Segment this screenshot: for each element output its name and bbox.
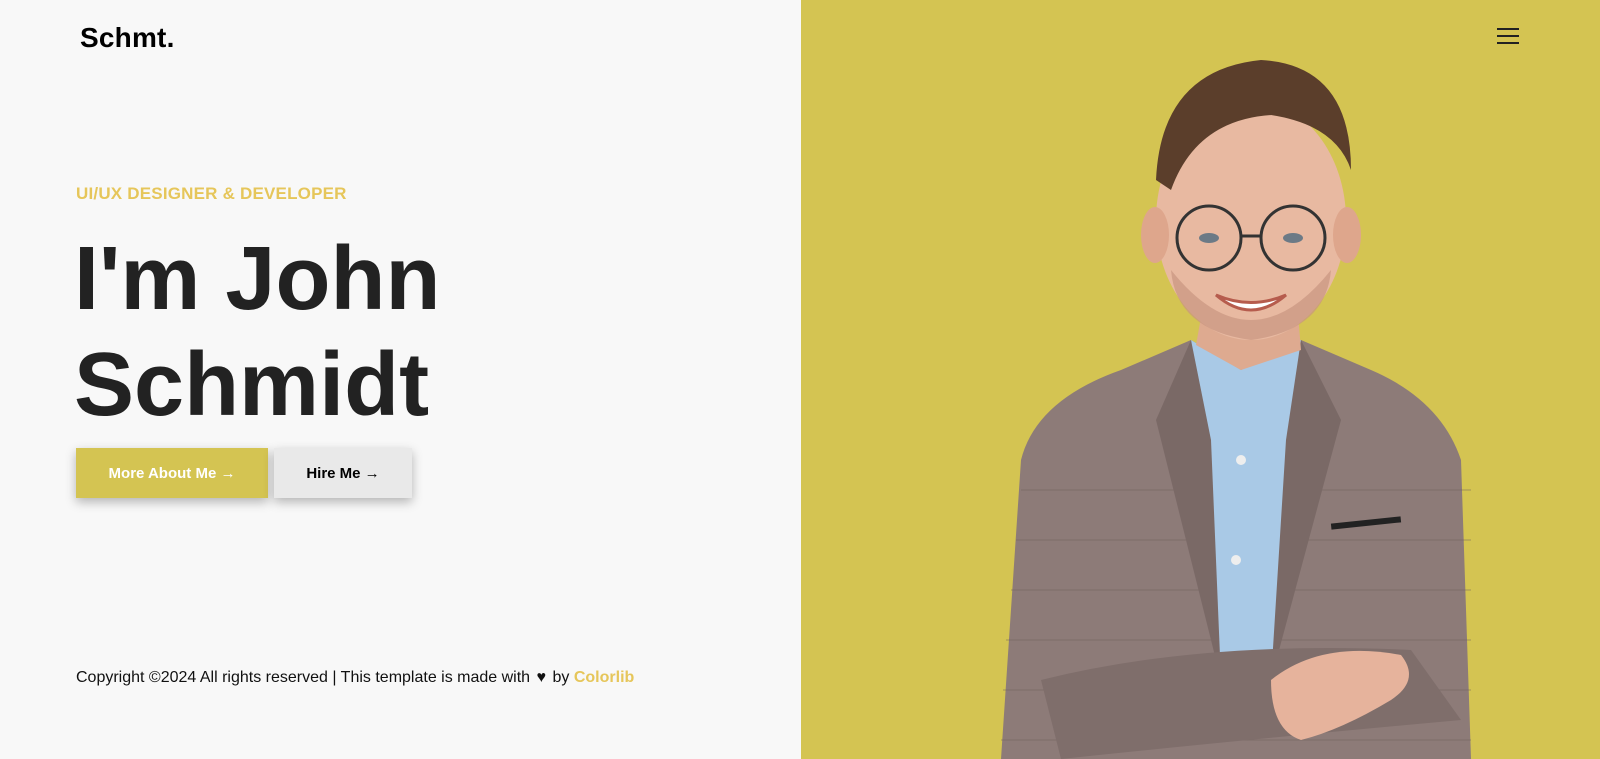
menu-line <box>1497 28 1519 30</box>
footer-text: Copyright ©2024 All rights reserved | Th… <box>76 669 531 686</box>
right-panel <box>801 0 1600 759</box>
hero-subtitle: UI/UX DESIGNER & DEVELOPER <box>76 184 347 203</box>
footer-copyright: Copyright ©2024 All rights reserved | Th… <box>76 669 634 687</box>
hero-title: I'm John Schmidt <box>74 226 440 438</box>
footer-by: by <box>552 669 570 686</box>
hero-title-line2: Schmidt <box>74 335 430 435</box>
hire-me-button[interactable]: Hire Me → <box>274 448 412 498</box>
colorlib-link[interactable]: Colorlib <box>574 669 634 686</box>
menu-line <box>1497 42 1519 44</box>
site-logo[interactable]: Schmt. <box>80 22 175 54</box>
heart-icon: ♥ <box>536 669 547 686</box>
hero-title-line1: I'm John <box>74 229 441 329</box>
left-panel: Schmt. UI/UX DESIGNER & DEVELOPER I'm Jo… <box>0 0 801 759</box>
hamburger-menu-icon[interactable] <box>1497 28 1519 48</box>
menu-line <box>1497 35 1519 37</box>
portrait-image <box>1001 60 1471 759</box>
more-about-me-button[interactable]: More About Me → <box>76 448 268 498</box>
